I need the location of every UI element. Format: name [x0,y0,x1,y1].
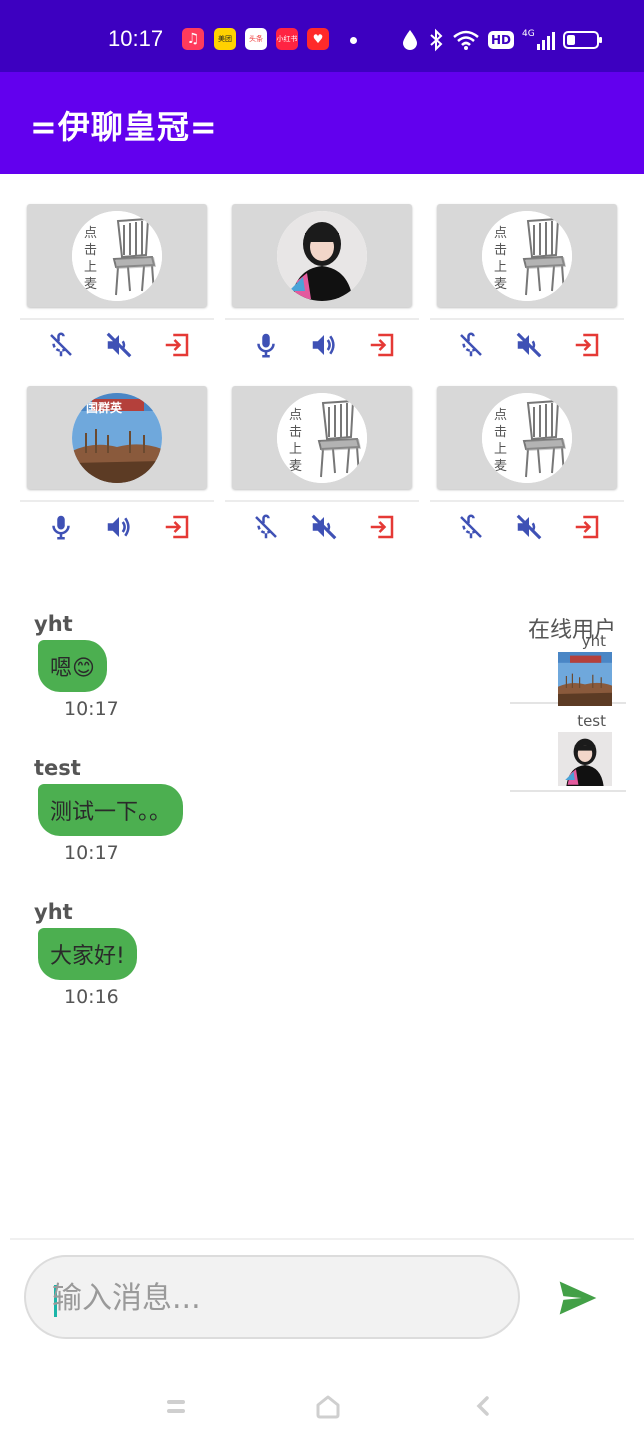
exit-seat-icon[interactable] [572,512,602,542]
photo-caption: 国群英 [86,401,123,415]
room-title: =伊聊皇冠= [30,108,218,146]
take-mic-label: 点击上麦 [289,408,303,474]
mic-off-icon[interactable] [456,512,486,542]
toutiao-icon: 头条 [245,28,267,50]
system-nav-bar [0,1370,644,1442]
exit-seat-icon[interactable] [162,512,192,542]
app-bar: =伊聊皇冠= [0,72,644,174]
take-mic-label: 点击上麦 [84,226,98,292]
mic-off-icon[interactable] [456,330,486,360]
seat-3: 点击上麦 [430,204,624,364]
wifi-icon [453,30,479,50]
seat-card[interactable]: 国群英 [27,386,207,489]
exit-seat-icon[interactable] [367,330,397,360]
xiaohongshu-icon: 小红书 [276,28,298,50]
drop-icon [403,30,417,50]
seat-5: 点击上麦 [225,386,419,546]
menu-icon[interactable] [158,1388,194,1424]
send-icon[interactable] [556,1276,600,1320]
online-user-item[interactable]: test [510,704,626,792]
chat-list[interactable]: yht 嗯😊 10:17 test 测试一下。。 10:17 yht 大家好! … [34,612,494,1044]
online-user-name: test [577,712,606,730]
battery-icon [562,31,602,49]
seat-card[interactable] [232,204,412,307]
chat-message: yht 大家好! 10:16 [34,900,494,1008]
more-notifications-dot [350,37,357,44]
message-input[interactable] [52,1271,492,1325]
mic-on-icon[interactable] [46,512,76,542]
empty-seat-avatar[interactable]: 点击上麦 [277,393,367,483]
exit-seat-icon[interactable] [162,330,192,360]
online-user-name: yht [581,632,606,650]
message-time: 10:17 [64,698,119,720]
hd-icon: HD [488,31,515,49]
message-input-container [24,1255,520,1339]
user-avatar[interactable] [277,211,367,301]
mic-on-icon[interactable] [251,330,281,360]
mic-off-icon[interactable] [46,330,76,360]
mic-off-icon[interactable] [251,512,281,542]
seat-2 [225,204,419,364]
online-user-avatar [558,732,612,786]
message-bubble[interactable]: 测试一下。。 [38,784,184,836]
status-bar: 10:17 ♫ 美团 头条 小红书 ♥ HD 4G [0,0,644,72]
status-time: 10:17 [108,26,164,51]
exit-seat-icon[interactable] [572,330,602,360]
speaker-mute-icon[interactable] [104,330,134,360]
message-username: yht [34,900,73,924]
exit-seat-icon[interactable] [367,512,397,542]
online-users-panel: 在线用户 yht test [510,612,626,792]
message-username: yht [34,612,73,636]
online-user-item[interactable]: yht [510,616,626,704]
speaker-on-icon[interactable] [104,512,134,542]
speaker-mute-icon[interactable] [309,512,339,542]
seat-card[interactable]: 点击上麦 [27,204,207,307]
message-bubble[interactable]: 嗯😊 [38,640,107,692]
seat-card[interactable]: 点击上麦 [232,386,412,489]
take-mic-label: 点击上麦 [494,408,508,474]
music-app-icon: ♫ [182,28,204,50]
user-avatar[interactable]: 国群英 [72,393,162,483]
seat-card[interactable]: 点击上麦 [437,386,617,489]
system-icons: HD 4G [400,26,603,54]
seat-4: 国群英 [20,386,214,546]
online-user-avatar [558,652,612,706]
empty-seat-avatar[interactable]: 点击上麦 [72,211,162,301]
empty-seat-avatar[interactable]: 点击上麦 [482,393,572,483]
taobao-icon: ♥ [307,28,329,50]
chat-message: yht 嗯😊 10:17 [34,612,494,720]
speaker-on-icon[interactable] [309,330,339,360]
seat-6: 点击上麦 [430,386,624,546]
seat-card[interactable]: 点击上麦 [437,204,617,307]
bluetooth-icon [430,28,443,52]
back-icon[interactable] [466,1388,502,1424]
message-time: 10:17 [64,842,119,864]
message-time: 10:16 [64,986,119,1008]
take-mic-label: 点击上麦 [494,226,508,292]
signal-icon: 4G [522,30,555,50]
meituan-icon: 美团 [214,28,236,50]
chat-message: test 测试一下。。 10:17 [34,756,494,864]
message-bubble[interactable]: 大家好! [38,928,137,980]
home-icon[interactable] [310,1388,346,1424]
speaker-mute-icon[interactable] [514,330,544,360]
message-username: test [34,756,81,780]
speaker-mute-icon[interactable] [514,512,544,542]
seat-1: 点击上麦 [20,204,214,364]
empty-seat-avatar[interactable]: 点击上麦 [482,211,572,301]
